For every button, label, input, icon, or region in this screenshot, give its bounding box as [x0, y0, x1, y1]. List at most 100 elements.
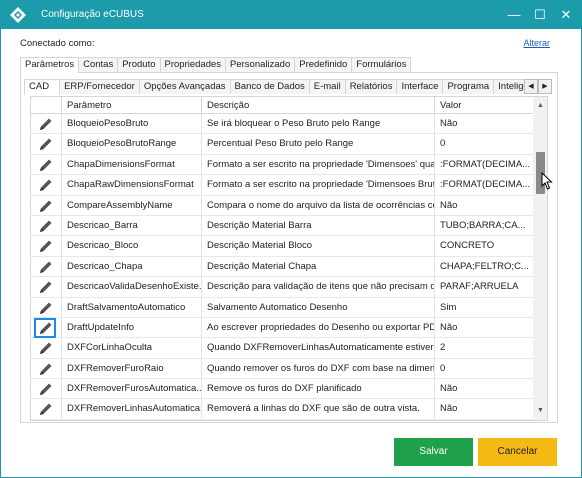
sub-tab-scroller: ◀ ▶ — [524, 79, 552, 94]
description-cell: Quando DXFRemoverLinhasAutomaticamente e… — [201, 338, 434, 359]
tab-scroll-right-icon[interactable]: ▶ — [538, 79, 552, 94]
pencil-icon[interactable] — [38, 301, 54, 315]
header-descricao[interactable]: Descrição — [201, 97, 434, 114]
grid-rows: BloqueioPesoBruto Se irá bloquear o Peso … — [31, 114, 533, 420]
subtab-opcoes-avancadas[interactable]: Opções Avançadas — [138, 79, 231, 94]
pencil-icon[interactable] — [38, 362, 54, 376]
tab-contas[interactable]: Contas — [78, 57, 119, 72]
value-cell[interactable]: Não — [434, 114, 533, 134]
edit-cell[interactable] — [31, 257, 61, 277]
description-cell: Descrição Material Chapa — [201, 256, 434, 277]
subtab-programa[interactable]: Programa — [442, 79, 495, 94]
value-cell[interactable]: 0 — [434, 134, 533, 155]
header-valor[interactable]: Valor — [434, 97, 533, 114]
alter-link[interactable]: Alterar — [523, 38, 550, 48]
tab-parametros[interactable]: Parâmetros — [20, 57, 80, 73]
table-row[interactable]: Descricao_Bloco Descrição Material Bloco C… — [31, 236, 533, 257]
table-row[interactable]: DXFRemoverLinhasAutomatica... Removerá a … — [31, 399, 533, 420]
pencil-icon[interactable] — [38, 382, 54, 396]
value-cell[interactable]: 2 — [434, 338, 533, 359]
pencil-icon[interactable] — [38, 117, 54, 131]
pencil-icon[interactable] — [38, 341, 54, 355]
subtab-interface[interactable]: Interface — [396, 79, 444, 94]
subtab-cad[interactable]: CAD — [24, 79, 61, 95]
table-row[interactable]: Descricao_Chapa Descrição Material Chapa C… — [31, 256, 533, 278]
window-title: Configuração eCUBUS — [41, 9, 144, 20]
table-row[interactable]: DescricaoValidaDesenhoExiste... Descrição… — [31, 277, 533, 298]
tab-formularios[interactable]: Formulários — [351, 57, 412, 72]
value-cell[interactable]: Não — [434, 317, 533, 338]
subtab-e-mail[interactable]: E-mail — [308, 79, 346, 94]
edit-cell[interactable] — [31, 379, 61, 399]
edit-cell[interactable] — [31, 216, 61, 236]
minimize-button[interactable]: — — [504, 5, 524, 25]
scroll-up-icon[interactable]: ▲ — [533, 99, 547, 113]
edit-cell[interactable] — [31, 317, 61, 338]
param-cell: DXFRemoverFuroRaio — [61, 358, 201, 379]
table-row[interactable]: ChapaDimensionsFormat Formato a ser escri… — [31, 154, 533, 176]
value-cell[interactable]: TUBO;BARRA;CA... — [434, 215, 533, 236]
title-bar[interactable]: Configuração eCUBUS — ☐ ✕ — [1, 1, 581, 29]
table-row[interactable]: BloqueioPesoBruto Se irá bloquear o Peso … — [31, 114, 533, 135]
value-cell[interactable]: :FORMAT(DECIMA... — [434, 154, 533, 175]
value-cell[interactable]: Não — [434, 379, 533, 400]
pencil-icon[interactable] — [38, 280, 54, 294]
pencil-icon[interactable] — [38, 321, 54, 335]
description-cell: Percentual Peso Bruto pelo Range — [201, 134, 434, 155]
value-cell[interactable]: CONCRETO — [434, 236, 533, 257]
grid-vertical-scrollbar[interactable]: ▲ ▼ — [533, 97, 547, 420]
edit-cell[interactable] — [31, 196, 61, 216]
value-cell[interactable]: Sim — [434, 297, 533, 318]
param-cell: ChapaRawDimensionsFormat — [61, 175, 201, 196]
edit-cell[interactable] — [31, 298, 61, 318]
edit-cell[interactable] — [31, 175, 61, 195]
table-row[interactable]: Descricao_Barra Descrição Material Barra T… — [31, 215, 533, 237]
table-row[interactable]: DXFCorLinhaOculta Quando DXFRemoverLinhas… — [31, 338, 533, 359]
value-cell[interactable]: Não — [434, 195, 533, 216]
table-row[interactable]: DraftSalvamentoAutomatico Salvamento Auto… — [31, 297, 533, 318]
edit-cell[interactable] — [31, 277, 61, 297]
value-cell[interactable]: PARAF;ARRUELA — [434, 277, 533, 298]
edit-cell[interactable] — [31, 399, 61, 419]
tab-personalizado[interactable]: Personalizado — [225, 57, 296, 72]
table-row[interactable]: DraftUpdateInfo Ao escrever propriedades … — [31, 317, 533, 339]
table-row[interactable]: BloqueioPesoBrutoRange Percentual Peso Br… — [31, 134, 533, 155]
scroll-down-icon[interactable]: ▼ — [533, 404, 547, 418]
edit-cell[interactable] — [31, 155, 61, 175]
tab-scroll-left-icon[interactable]: ◀ — [524, 79, 538, 94]
tab-produto[interactable]: Produto — [117, 57, 161, 72]
pencil-icon[interactable] — [38, 402, 54, 416]
tab-propriedades[interactable]: Propriedades — [159, 57, 227, 72]
value-cell[interactable]: 0 — [434, 358, 533, 379]
edit-cell[interactable] — [31, 134, 61, 154]
edit-cell[interactable] — [31, 236, 61, 256]
param-cell: Descricao_Chapa — [61, 256, 201, 277]
subtab-banco-de-dados[interactable]: Banco de Dados — [229, 79, 310, 94]
subtab-erp-fornecedor[interactable]: ERP/Fornecedor — [59, 79, 140, 94]
edit-cell[interactable] — [31, 359, 61, 379]
value-cell[interactable]: CHAPA;FELTRO;C... — [434, 256, 533, 277]
pencil-icon[interactable] — [38, 178, 54, 192]
header-parametro[interactable]: Parâmetro — [61, 97, 201, 114]
pencil-icon[interactable] — [38, 260, 54, 274]
subtab-relatorios[interactable]: Relatórios — [344, 79, 398, 94]
pencil-icon[interactable] — [38, 137, 54, 151]
value-cell[interactable]: :FORMAT(DECIMA... — [434, 175, 533, 196]
table-row[interactable]: DXFRemoverFuroRaio Quando remover os furo… — [31, 358, 533, 380]
table-row[interactable]: DXFRemoverFurosAutomatica... Remove os fu… — [31, 379, 533, 400]
pencil-icon[interactable] — [38, 239, 54, 253]
pencil-icon[interactable] — [38, 199, 54, 213]
table-row[interactable]: CompareAssemblyName Compara o nome do arq… — [31, 195, 533, 216]
pencil-icon[interactable] — [38, 219, 54, 233]
tab-predefinido[interactable]: Predefinido — [294, 57, 353, 72]
edit-cell[interactable] — [31, 338, 61, 358]
pencil-icon[interactable] — [38, 158, 54, 172]
maximize-button[interactable]: ☐ — [530, 5, 550, 25]
save-button[interactable]: Salvar — [394, 438, 473, 466]
close-button[interactable]: ✕ — [556, 5, 576, 25]
cancel-button[interactable]: Cancelar — [478, 438, 557, 466]
value-cell[interactable]: Não — [434, 399, 533, 420]
param-cell: DraftUpdateInfo — [61, 317, 201, 338]
table-row[interactable]: ChapaRawDimensionsFormat Formato a ser es… — [31, 175, 533, 196]
edit-cell[interactable] — [31, 114, 61, 134]
